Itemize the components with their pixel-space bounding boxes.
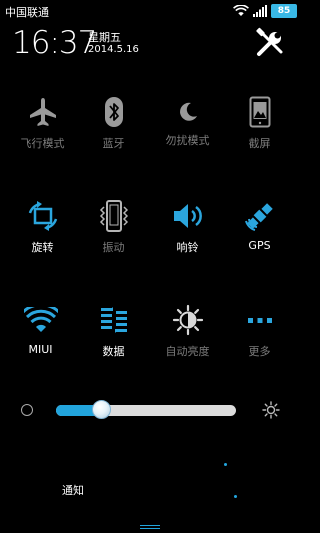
toggle-wifi-label: MIUI [28, 343, 53, 356]
toggle-data[interactable]: 数据 [76, 300, 151, 380]
bluetooth-icon [104, 97, 123, 127]
toggle-vibrate-label: 振动 [102, 241, 125, 254]
toggle-rotate[interactable]: 旋转 [5, 196, 80, 276]
speaker-icon [173, 204, 202, 228]
toggle-wifi[interactable]: MIUI [3, 300, 78, 380]
wifi-icon [23, 307, 58, 332]
status-icons: 85 [233, 3, 297, 19]
status-bar: 中国联通 85 [0, 0, 300, 22]
vibrate-icon [99, 200, 128, 232]
toggle-vibrate[interactable]: 振动 [76, 196, 151, 276]
moon-icon [179, 102, 197, 121]
rotate-icon [28, 201, 57, 231]
toggle-auto-brightness-label: 自动亮度 [165, 345, 210, 358]
screenshot-icon [249, 96, 270, 128]
brightness-track[interactable] [56, 405, 236, 416]
toggle-screenshot[interactable]: 截屏 [222, 92, 297, 172]
signal-icon [253, 5, 267, 17]
more-icon [247, 318, 272, 323]
satellite-icon [244, 203, 273, 231]
data-icon [100, 307, 127, 333]
toggle-gps-label: GPS [248, 239, 271, 252]
toggle-rotate-label: 旋转 [31, 241, 54, 254]
decor-dot [234, 495, 237, 498]
page-indicator [140, 525, 160, 529]
toggle-bluetooth[interactable]: 蓝牙 [76, 92, 151, 172]
decor-dot [224, 463, 227, 466]
toggle-bluetooth-label: 蓝牙 [102, 137, 125, 150]
toggle-airplane[interactable]: 飞行模式 [5, 92, 80, 172]
airplane-icon [29, 98, 56, 126]
date-label: 2014.5.16 [88, 44, 139, 55]
toggle-screenshot-label: 截屏 [248, 137, 271, 150]
toggle-ring-label: 响铃 [176, 241, 199, 254]
tab-notifications[interactable]: 通知 [62, 482, 84, 498]
carrier-label: 中国联通 [5, 6, 49, 19]
toggle-data-label: 数据 [102, 345, 125, 358]
brightness-slider[interactable] [0, 395, 300, 425]
toggle-more-label: 更多 [248, 345, 271, 358]
toggle-dnd-label: 勿扰模式 [165, 134, 210, 147]
settings-button[interactable] [254, 27, 286, 59]
brightness-high-icon [262, 401, 280, 419]
tools-icon [256, 27, 283, 56]
toggle-more[interactable]: 更多 [222, 300, 297, 380]
toggle-ring[interactable]: 响铃 [150, 196, 225, 276]
toggle-gps[interactable]: GPS [222, 196, 297, 276]
toggle-airplane-label: 飞行模式 [20, 137, 65, 150]
auto-brightness-icon [172, 304, 203, 336]
brightness-low-icon [21, 404, 33, 416]
weekday-label: 星期五 [88, 31, 121, 44]
toggle-dnd[interactable]: 勿扰模式 [150, 92, 225, 172]
brightness-thumb[interactable] [91, 400, 111, 419]
clock-time: 16:37 [12, 25, 97, 61]
toggle-auto-brightness[interactable]: 自动亮度 [150, 300, 225, 380]
battery-icon: 85 [271, 4, 297, 18]
wifi-icon [233, 5, 249, 16]
